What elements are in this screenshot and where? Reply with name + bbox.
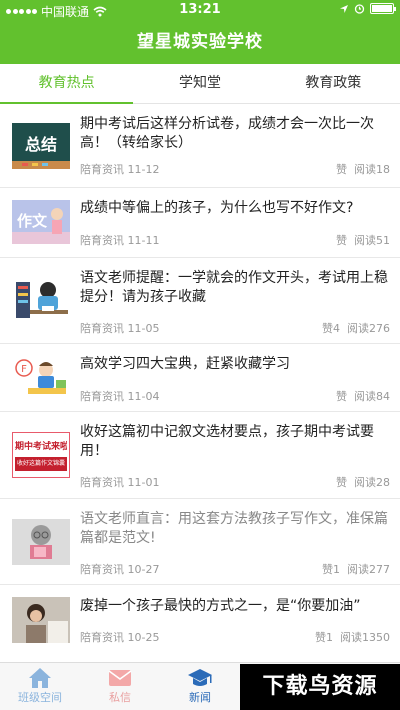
article-title[interactable]: 高效学习四大宝典，赶紧收藏学习 (80, 355, 390, 374)
article-source: 陪育资讯 (80, 234, 124, 247)
list-item[interactable]: 期中考试来啦 收好这篇作文锦囊 收好这篇初中记叙文选材要点，孩子期中考试要用！ … (0, 412, 400, 499)
like-count[interactable]: 赞 (336, 163, 347, 176)
list-item[interactable]: 语文老师直言：用这套方法教孩子写作文，准保篇篇都是范文! 陪育资讯 10-27 … (0, 499, 400, 585)
article-source: 陪育资讯 (80, 631, 124, 644)
like-count[interactable]: 赞 (336, 234, 347, 247)
article-thumbnail (12, 278, 70, 324)
like-count[interactable]: 赞1 (315, 631, 333, 644)
article-title[interactable]: 收好这篇初中记叙文选材要点，孩子期中考试要用！ (80, 423, 390, 461)
article-title[interactable]: 废掉一个孩子最快的方式之一，是“你要加油” (80, 597, 390, 616)
article-thumbnail: 期中考试来啦 收好这篇作文锦囊 (12, 432, 70, 478)
article-meta: 陪育资讯 11-01 赞 阅读28 (80, 474, 390, 490)
list-item[interactable]: 作文 成绩中等偏上的孩子，为什么也写不好作文? 陪育资讯 11-11 赞 阅读5… (0, 188, 400, 258)
like-count[interactable]: 赞 (336, 476, 347, 489)
list-item[interactable]: 语文老师提醒：一学就会的作文开头，考试用上稳提分！请为孩子收藏 陪育资讯 11-… (0, 258, 400, 344)
graduation-cap-icon (188, 669, 212, 686)
article-source: 陪育资讯 (80, 163, 124, 176)
tab-education-hotspot[interactable]: 教育热点 (0, 64, 134, 104)
article-meta: 陪育资讯 11-11 赞 阅读51 (80, 232, 390, 248)
tab-knowledge-hall[interactable]: 学知堂 (133, 64, 266, 103)
list-item[interactable]: F 高效学习四大宝典，赶紧收藏学习 陪育资讯 11-04 赞 阅读84 (0, 344, 400, 412)
tab-news-label: 新闻 (189, 691, 211, 704)
read-count: 阅读276 (347, 322, 390, 335)
tab-education-policy[interactable]: 教育政策 (267, 64, 400, 103)
article-thumbnail: 总结 (12, 123, 70, 169)
article-meta: 陪育资讯 11-05 赞4 阅读276 (80, 320, 390, 336)
tab-class-space[interactable]: 班级空间 (0, 663, 80, 710)
home-icon (29, 668, 51, 688)
thumbnail-caption: 作文 (17, 212, 48, 230)
tab-news[interactable]: 新闻 (160, 663, 240, 710)
read-count: 阅读28 (354, 476, 390, 489)
mail-icon (108, 670, 132, 686)
article-title[interactable]: 成绩中等偏上的孩子，为什么也写不好作文? (80, 199, 390, 218)
list-item[interactable]: 总结 期中考试后这样分析试卷，成绩才会一次比一次高！（转给家长） 陪育资讯 11… (0, 105, 400, 188)
article-source: 陪育资讯 (80, 563, 124, 576)
watermark-logo: 下载鸟资源 (240, 664, 400, 710)
status-bar: 中国联通 13:21 (0, 0, 400, 20)
article-thumbnail (12, 597, 70, 643)
article-source: 陪育资讯 (80, 390, 124, 403)
article-meta: 陪育资讯 10-25 赞1 阅读1350 (80, 629, 390, 645)
battery-icon (370, 3, 396, 14)
thumbnail-subcaption: 收好这篇作文锦囊 (15, 457, 67, 471)
read-count: 阅读277 (347, 563, 390, 576)
article-date: 11-12 (127, 163, 160, 176)
article-thumbnail: F (12, 354, 70, 400)
article-title[interactable]: 期中考试后这样分析试卷，成绩才会一次比一次高！（转给家长） (80, 115, 390, 153)
tab-messages[interactable]: 私信 (80, 663, 160, 710)
article-source: 陪育资讯 (80, 322, 124, 335)
article-thumbnail (12, 519, 70, 565)
article-date: 10-25 (127, 631, 160, 644)
tab-messages-label: 私信 (109, 691, 131, 704)
article-date: 11-11 (127, 234, 160, 247)
thumbnail-caption: 总结 (25, 135, 57, 154)
article-date: 11-04 (127, 390, 160, 403)
article-thumbnail: 作文 (12, 200, 70, 244)
like-count[interactable]: 赞4 (322, 322, 340, 335)
alarm-icon (354, 4, 365, 14)
read-count: 阅读51 (354, 234, 390, 247)
article-meta: 陪育资讯 11-12 赞 阅读18 (80, 161, 390, 177)
read-count: 阅读1350 (340, 631, 390, 644)
article-date: 11-01 (127, 476, 160, 489)
like-count[interactable]: 赞1 (322, 563, 340, 576)
category-tabs: 教育热点 学知堂 教育政策 (0, 64, 400, 104)
article-meta: 陪育资讯 11-04 赞 阅读84 (80, 388, 390, 404)
article-title[interactable]: 语文老师直言：用这套方法教孩子写作文，准保篇篇都是范文! (80, 510, 390, 548)
read-count: 阅读18 (354, 163, 390, 176)
read-count: 阅读84 (354, 390, 390, 403)
article-date: 10-27 (127, 563, 160, 576)
page-title: 望星城实验学校 (0, 20, 400, 64)
list-item[interactable]: 废掉一个孩子最快的方式之一，是“你要加油” 陪育资讯 10-25 赞1 阅读13… (0, 585, 400, 655)
location-icon (340, 4, 348, 13)
article-source: 陪育资讯 (80, 476, 124, 489)
like-count[interactable]: 赞 (336, 390, 347, 403)
thumbnail-caption: 期中考试来啦 (15, 442, 67, 452)
tab-class-space-label: 班级空间 (18, 691, 62, 704)
article-title[interactable]: 语文老师提醒：一学就会的作文开头，考试用上稳提分！请为孩子收藏 (80, 269, 390, 307)
svg-text:F: F (21, 364, 27, 375)
article-date: 11-05 (127, 322, 160, 335)
article-meta: 陪育资讯 10-27 赞1 阅读277 (80, 561, 390, 577)
